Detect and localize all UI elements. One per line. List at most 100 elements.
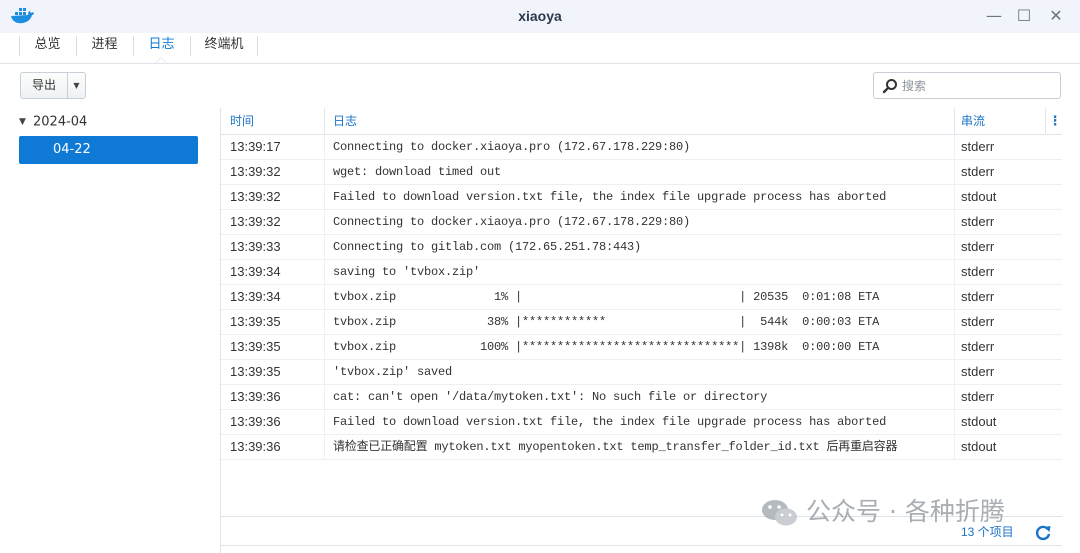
stream-cell: stderr [961, 164, 995, 179]
time-cell: 13:39:33 [230, 239, 281, 254]
cell-separator [324, 410, 325, 434]
cell-separator [954, 310, 955, 334]
log-cell: tvbox.zip 38% |************ | 544k 0:00:… [333, 315, 880, 329]
tab-overview[interactable]: 总览 [20, 33, 75, 63]
table-row[interactable]: 13:39:36 Failed to download version.txt … [221, 410, 1062, 435]
table-row[interactable]: 13:39:17 Connecting to docker.xiaoya.pro… [221, 135, 1062, 160]
window-title: xiaoya [518, 8, 562, 24]
table-row[interactable]: 13:39:35 tvbox.zip 38% |************ | 5… [221, 310, 1062, 335]
table-row[interactable]: 13:39:36 cat: can't open '/data/mytoken.… [221, 385, 1062, 410]
time-cell: 13:39:34 [230, 289, 281, 304]
log-cell: cat: can't open '/data/mytoken.txt': No … [333, 390, 768, 404]
title-bar: xiaoya — ☐ ✕ [0, 0, 1080, 33]
log-cell: tvbox.zip 1% | | 20535 0:01:08 ETA [333, 290, 880, 304]
table-row[interactable]: 13:39:32 wget: download timed out stderr [221, 160, 1062, 185]
column-separator [1045, 108, 1046, 135]
tab-terminal[interactable]: 终端机 [191, 33, 257, 63]
log-cell: Connecting to gitlab.com (172.65.251.78:… [333, 240, 642, 254]
table-header: 时间 日志 串流 ⋮ [221, 108, 1062, 135]
tab-bar: 总览 进程 日志 终端机 [0, 33, 1080, 64]
tab-separator [257, 36, 258, 56]
search-input[interactable] [902, 75, 1052, 96]
time-cell: 13:39:32 [230, 214, 281, 229]
stream-cell: stderr [961, 239, 995, 254]
tab-processes[interactable]: 进程 [77, 33, 132, 63]
active-tab-indicator [155, 57, 167, 63]
log-cell: tvbox.zip 100% |************************… [333, 340, 880, 354]
refresh-icon[interactable] [1033, 523, 1053, 543]
table-row[interactable]: 13:39:32 Connecting to docker.xiaoya.pro… [221, 210, 1062, 235]
cell-separator [324, 285, 325, 309]
table-row[interactable]: 13:39:34 tvbox.zip 1% | | 20535 0:01:08 … [221, 285, 1062, 310]
cell-separator [954, 185, 955, 209]
date-tree: ▼ 2024-04 04-22 [19, 108, 219, 553]
column-separator [954, 108, 955, 135]
search-box[interactable] [873, 72, 1061, 99]
time-cell: 13:39:32 [230, 189, 281, 204]
time-cell: 13:39:35 [230, 314, 281, 329]
cell-separator [324, 385, 325, 409]
stream-cell: stderr [961, 264, 995, 279]
search-icon [882, 79, 897, 94]
log-cell: wget: download timed out [333, 165, 502, 179]
column-header-time[interactable]: 时间 [230, 108, 254, 135]
maximize-button[interactable]: ☐ [1013, 5, 1035, 27]
time-cell: 13:39:35 [230, 339, 281, 354]
time-cell: 13:39:36 [230, 414, 281, 429]
time-cell: 13:39:17 [230, 139, 281, 154]
cell-separator [954, 160, 955, 184]
cell-separator [954, 260, 955, 284]
table-row[interactable]: 13:39:34 saving to 'tvbox.zip' stderr [221, 260, 1062, 285]
cell-separator [954, 135, 955, 159]
cell-separator [324, 260, 325, 284]
stream-cell: stderr [961, 139, 995, 154]
tree-item-month[interactable]: ▼ 2024-04 [19, 113, 87, 131]
export-label: 导出 [31, 78, 56, 92]
cell-separator [324, 160, 325, 184]
minimize-button[interactable]: — [983, 5, 1005, 27]
cell-separator [954, 285, 955, 309]
time-cell: 13:39:36 [230, 389, 281, 404]
table-row[interactable]: 13:39:32 Failed to download version.txt … [221, 185, 1062, 210]
stream-cell: stderr [961, 389, 995, 404]
cell-separator [954, 385, 955, 409]
column-header-log[interactable]: 日志 [333, 108, 357, 135]
time-cell: 13:39:34 [230, 264, 281, 279]
cell-separator [954, 435, 955, 459]
log-cell: saving to 'tvbox.zip' [333, 265, 481, 279]
cell-separator [324, 135, 325, 159]
close-button[interactable]: ✕ [1045, 5, 1067, 27]
expand-toggle-icon[interactable]: ▼ [19, 113, 33, 131]
cell-separator [954, 410, 955, 434]
tree-item-label: 2024-04 [33, 114, 88, 130]
cell-separator [324, 210, 325, 234]
log-cell: Failed to download version.txt file, the… [333, 415, 887, 429]
cell-separator [954, 360, 955, 384]
tree-item-day[interactable]: 04-22 [19, 136, 198, 164]
log-cell: Connecting to docker.xiaoya.pro (172.67.… [333, 215, 691, 229]
export-button[interactable]: 导出 ▼ [20, 72, 86, 99]
watermark: 公众号 · 各种折腾 [760, 495, 1005, 529]
table-row[interactable]: 13:39:35 tvbox.zip 100% |***************… [221, 335, 1062, 360]
log-cell: Failed to download version.txt file, the… [333, 190, 887, 204]
stream-cell: stdout [961, 189, 997, 204]
cell-separator [324, 435, 325, 459]
cell-separator [954, 235, 955, 259]
chevron-down-icon[interactable]: ▼ [67, 73, 86, 98]
cell-separator [324, 185, 325, 209]
column-menu-icon[interactable]: ⋮ [1048, 108, 1062, 135]
column-separator [324, 108, 325, 135]
column-header-stream[interactable]: 串流 [961, 108, 985, 135]
stream-cell: stderr [961, 364, 995, 379]
time-cell: 13:39:35 [230, 364, 281, 379]
cell-separator [954, 210, 955, 234]
wechat-icon [762, 500, 797, 526]
table-row[interactable]: 13:39:35 'tvbox.zip' saved stderr [221, 360, 1062, 385]
table-bottom-border [221, 545, 1062, 546]
log-cell: 请检查已正确配置 mytoken.txt myopentoken.txt tem… [333, 440, 898, 454]
stream-cell: stderr [961, 214, 995, 229]
stream-cell: stdout [961, 414, 997, 429]
table-row[interactable]: 13:39:33 Connecting to gitlab.com (172.6… [221, 235, 1062, 260]
table-row[interactable]: 13:39:36 请检查已正确配置 mytoken.txt myopentoke… [221, 435, 1062, 460]
cell-separator [324, 335, 325, 359]
